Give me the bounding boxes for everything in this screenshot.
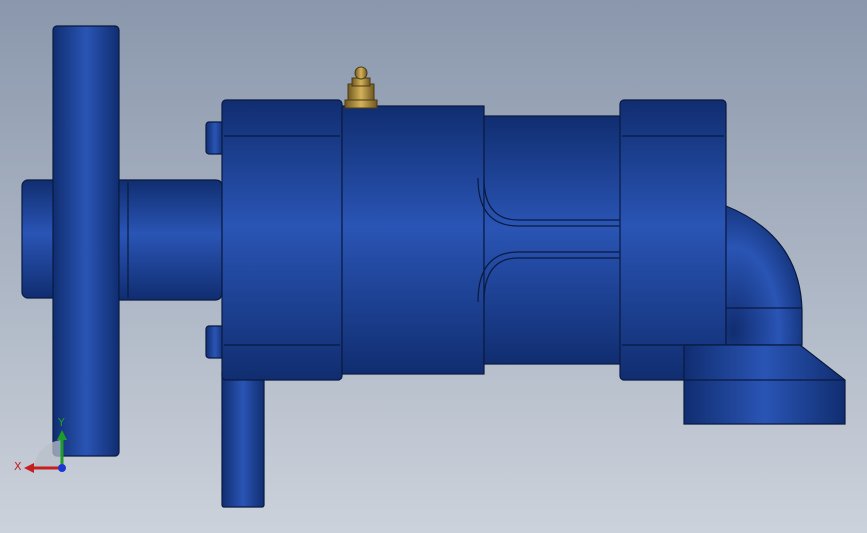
- bolt-head-bottom[interactable]: [205, 325, 225, 359]
- rear-housing[interactable]: [221, 99, 343, 381]
- neck-section[interactable]: [483, 115, 623, 365]
- y-axis-label: Y: [57, 416, 65, 429]
- front-housing[interactable]: [619, 99, 727, 381]
- mounting-foot[interactable]: [221, 369, 265, 508]
- main-cylinder[interactable]: [341, 105, 485, 375]
- z-axis-dot: [58, 464, 66, 472]
- drive-shaft[interactable]: [118, 179, 223, 301]
- x-axis-label: X: [14, 460, 22, 473]
- cad-viewport[interactable]: Y X: [0, 0, 867, 533]
- bolt-head-top[interactable]: [205, 121, 225, 155]
- pump-model-view[interactable]: Y X: [0, 0, 867, 533]
- mounting-flange[interactable]: [52, 25, 120, 457]
